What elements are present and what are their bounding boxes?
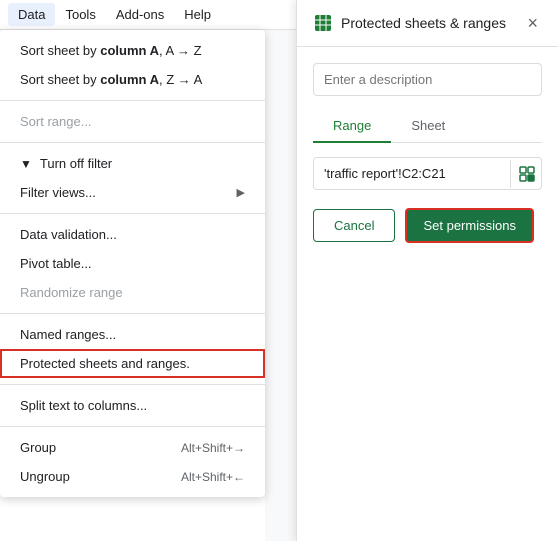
sheets-icon [313,13,333,33]
sheet-background [265,30,296,541]
separator-6 [0,426,265,427]
randomize-range-label: Randomize range [20,285,123,300]
dropdown-split-text[interactable]: Split text to columns... [0,391,265,420]
protected-sheets-label: Protected sheets and ranges. [20,356,190,371]
dropdown-named-ranges[interactable]: Named ranges... [0,320,265,349]
panel-body: Range Sheet Cancel Set permissions [297,47,558,259]
set-permissions-button[interactable]: Set permissions [405,208,533,243]
dropdown-protected-sheets[interactable]: Protected sheets and ranges. [0,349,265,378]
filter-views-label: Filter views... [20,185,237,200]
separator-1 [0,100,265,101]
dropdown-menu: Sort sheet by column A, A → Z Sort sheet… [0,30,265,497]
separator-5 [0,384,265,385]
cancel-button[interactable]: Cancel [313,209,395,242]
dropdown-ungroup[interactable]: Ungroup Alt+Shift+← [0,462,265,491]
group-label: Group [20,440,56,455]
dropdown-sort-range[interactable]: Sort range... [0,107,265,136]
dropdown-data-validation[interactable]: Data validation... [0,220,265,249]
dropdown-group[interactable]: Group Alt+Shift+→ [0,433,265,462]
tab-range[interactable]: Range [313,110,391,143]
menu-item-tools[interactable]: Tools [55,3,105,26]
tab-sheet[interactable]: Sheet [391,110,465,143]
close-button[interactable]: × [523,12,542,34]
dropdown-filter-views[interactable]: Filter views... ▶ [0,178,265,207]
data-validation-label: Data validation... [20,227,117,242]
turn-off-filter-label: Turn off filter [40,156,245,171]
arrow-right-icon: ▶ [237,186,245,199]
dropdown-sort-az[interactable]: Sort sheet by column A, A → Z [0,36,265,65]
sort-az-label: Sort sheet by column A, A → Z [20,43,202,58]
group-shortcut: Alt+Shift+→ [181,441,245,455]
dropdown-pivot-table[interactable]: Pivot table... [0,249,265,278]
panel-header: Protected sheets & ranges × [297,0,558,47]
split-text-label: Split text to columns... [20,398,147,413]
menu-item-help[interactable]: Help [174,3,221,26]
grid-select-button[interactable] [510,160,542,188]
sort-range-label: Sort range... [20,114,92,129]
separator-4 [0,313,265,314]
ungroup-label: Ungroup [20,469,70,484]
dropdown-randomize-range[interactable]: Randomize range [0,278,265,307]
menu-item-addons[interactable]: Add-ons [106,3,174,26]
ungroup-shortcut: Alt+Shift+← [181,470,245,484]
filter-icon: ▼ [20,157,32,171]
sort-za-label: Sort sheet by column A, Z → A [20,72,202,87]
pivot-table-label: Pivot table... [20,256,92,271]
dropdown-sort-za[interactable]: Sort sheet by column A, Z → A [0,65,265,94]
range-row [313,157,542,190]
separator-3 [0,213,265,214]
named-ranges-label: Named ranges... [20,327,116,342]
separator-2 [0,142,265,143]
menu-item-data[interactable]: Data [8,3,55,26]
panel-title: Protected sheets & ranges [341,15,515,31]
action-buttons: Cancel Set permissions [313,208,542,243]
dropdown-turn-off-filter[interactable]: ▼ Turn off filter [0,149,265,178]
side-panel: Protected sheets & ranges × Range Sheet [296,0,558,541]
range-input[interactable] [314,158,510,189]
description-input[interactable] [313,63,542,96]
tabs: Range Sheet [313,110,542,143]
